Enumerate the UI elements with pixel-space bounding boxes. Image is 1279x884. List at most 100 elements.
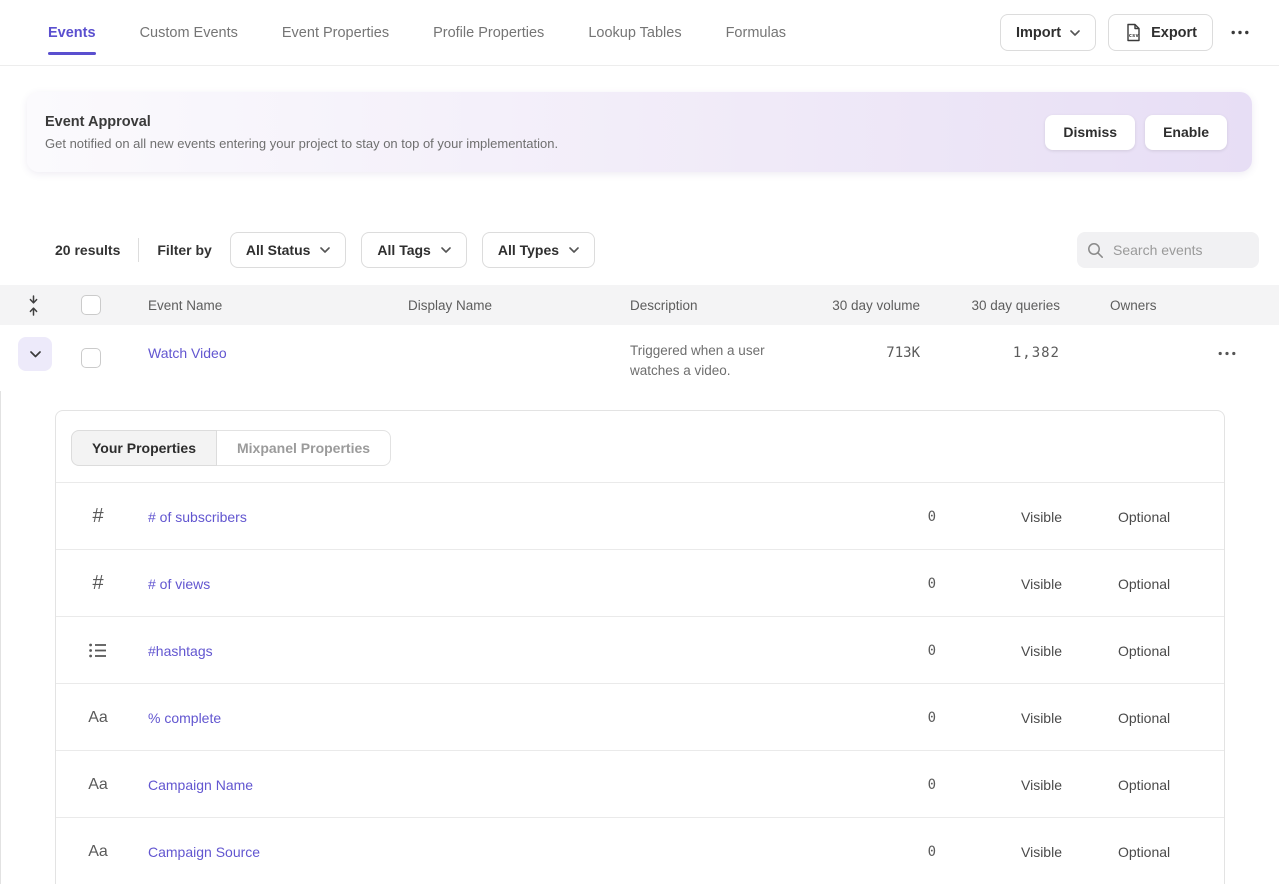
event-volume-value: 713K: [780, 343, 920, 363]
tab-custom-events[interactable]: Custom Events: [140, 0, 238, 65]
top-nav: Events Custom Events Event Properties Pr…: [0, 0, 1279, 66]
types-filter-dropdown[interactable]: All Types: [482, 232, 595, 268]
search-box: [1077, 232, 1259, 268]
column-volume: 30 day volume: [780, 285, 920, 325]
import-button[interactable]: Import: [1000, 14, 1096, 51]
property-name-link[interactable]: #hashtags: [148, 617, 213, 684]
filter-by-label: Filter by: [157, 242, 211, 258]
text-type-icon: Aa: [80, 684, 116, 751]
column-description: Description: [630, 285, 698, 325]
properties-tabs: Your Properties Mixpanel Properties: [71, 430, 391, 466]
table-row: Watch Video Triggered when a user watche…: [0, 325, 1279, 391]
expanded-row-edge: [0, 325, 1, 884]
tab-event-properties[interactable]: Event Properties: [282, 0, 389, 65]
chevron-down-icon: [441, 247, 451, 253]
property-row: # # of views 0 Visible Optional: [56, 550, 1224, 617]
property-visibility: Visible: [1021, 684, 1062, 751]
import-button-label: Import: [1016, 25, 1061, 41]
properties-list: # # of subscribers 0 Visible Optional # …: [56, 483, 1224, 884]
tab-your-properties[interactable]: Your Properties: [71, 430, 217, 466]
more-options-icon[interactable]: [1225, 26, 1255, 39]
properties-panel: Your Properties Mixpanel Properties # # …: [55, 410, 1225, 884]
collapse-row-button[interactable]: [18, 337, 52, 371]
property-row: #hashtags 0 Visible Optional: [56, 617, 1224, 684]
property-requirement: Optional: [1118, 550, 1170, 617]
enable-button[interactable]: Enable: [1145, 115, 1227, 150]
property-requirement: Optional: [1118, 751, 1170, 818]
status-filter-dropdown[interactable]: All Status: [230, 232, 347, 268]
property-name-link[interactable]: % complete: [148, 684, 221, 751]
property-name-link[interactable]: Campaign Source: [148, 818, 260, 884]
types-filter-label: All Types: [498, 242, 559, 258]
export-button[interactable]: csv Export: [1108, 14, 1213, 51]
tab-mixpanel-properties[interactable]: Mixpanel Properties: [216, 430, 391, 466]
property-requirement: Optional: [1118, 617, 1170, 684]
tab-profile-properties[interactable]: Profile Properties: [433, 0, 544, 65]
property-row: Aa Campaign Source 0 Visible Optional: [56, 818, 1224, 884]
toolbar-divider: [138, 238, 139, 262]
tab-events[interactable]: Events: [48, 0, 96, 65]
chevron-down-icon: [320, 247, 330, 253]
event-approval-banner: Event Approval Get notified on all new e…: [27, 92, 1252, 172]
export-button-label: Export: [1151, 25, 1197, 41]
property-row: Aa Campaign Name 0 Visible Optional: [56, 751, 1224, 818]
banner-actions: Dismiss Enable: [1045, 115, 1227, 150]
banner-text: Event Approval Get notified on all new e…: [45, 114, 558, 151]
property-volume: 0: [816, 684, 936, 751]
property-row: Aa % complete 0 Visible Optional: [56, 684, 1224, 751]
results-count: 20 results: [55, 242, 120, 258]
property-volume: 0: [816, 617, 936, 684]
lexicon-page: Events Custom Events Event Properties Pr…: [0, 0, 1279, 884]
csv-file-icon: csv: [1124, 23, 1142, 42]
property-name-link[interactable]: # of views: [148, 550, 210, 617]
event-queries-value: 1,382: [920, 343, 1060, 363]
property-requirement: Optional: [1118, 818, 1170, 884]
chevron-down-icon: [1070, 30, 1080, 36]
event-description-line1: Triggered when a user: [630, 341, 765, 361]
property-requirement: Optional: [1118, 483, 1170, 550]
property-volume: 0: [816, 550, 936, 617]
column-owners: Owners: [1110, 285, 1157, 325]
dismiss-button[interactable]: Dismiss: [1045, 115, 1135, 150]
event-description: Triggered when a user watches a video.: [630, 341, 765, 381]
tab-formulas[interactable]: Formulas: [726, 0, 786, 65]
row-checkbox[interactable]: [81, 348, 101, 368]
property-volume: 0: [816, 818, 936, 884]
property-visibility: Visible: [1021, 751, 1062, 818]
tags-filter-label: All Tags: [377, 242, 430, 258]
property-visibility: Visible: [1021, 550, 1062, 617]
event-name-link[interactable]: Watch Video: [148, 343, 227, 363]
header-checkbox-cell: [81, 285, 101, 325]
number-type-icon: #: [80, 483, 116, 550]
row-more-options-icon[interactable]: [1212, 347, 1242, 360]
property-visibility: Visible: [1021, 818, 1062, 884]
collapse-rows-icon[interactable]: [27, 285, 40, 325]
column-event-name: Event Name: [148, 285, 222, 325]
column-queries: 30 day queries: [920, 285, 1060, 325]
banner-description: Get notified on all new events entering …: [45, 136, 558, 151]
list-type-icon: [80, 617, 116, 684]
nav-tabs: Events Custom Events Event Properties Pr…: [48, 0, 786, 65]
property-visibility: Visible: [1021, 483, 1062, 550]
property-name-link[interactable]: Campaign Name: [148, 751, 253, 818]
table-header: Event Name Display Name Description 30 d…: [0, 285, 1279, 325]
select-all-checkbox[interactable]: [81, 295, 101, 315]
search-input[interactable]: [1113, 242, 1243, 258]
tags-filter-dropdown[interactable]: All Tags: [361, 232, 466, 268]
property-visibility: Visible: [1021, 617, 1062, 684]
chevron-down-icon: [569, 247, 579, 253]
nav-actions: Import csv Export: [1000, 14, 1255, 51]
number-type-icon: #: [80, 550, 116, 617]
status-filter-label: All Status: [246, 242, 311, 258]
event-description-line2: watches a video.: [630, 361, 765, 381]
banner-title: Event Approval: [45, 114, 558, 130]
chevron-down-icon: [30, 351, 41, 358]
filter-toolbar: 20 results Filter by All Status All Tags…: [55, 232, 1259, 268]
property-name-link[interactable]: # of subscribers: [148, 483, 247, 550]
property-requirement: Optional: [1118, 684, 1170, 751]
svg-text:csv: csv: [1129, 33, 1140, 39]
tab-lookup-tables[interactable]: Lookup Tables: [588, 0, 681, 65]
column-display-name: Display Name: [408, 285, 492, 325]
property-volume: 0: [816, 751, 936, 818]
text-type-icon: Aa: [80, 751, 116, 818]
